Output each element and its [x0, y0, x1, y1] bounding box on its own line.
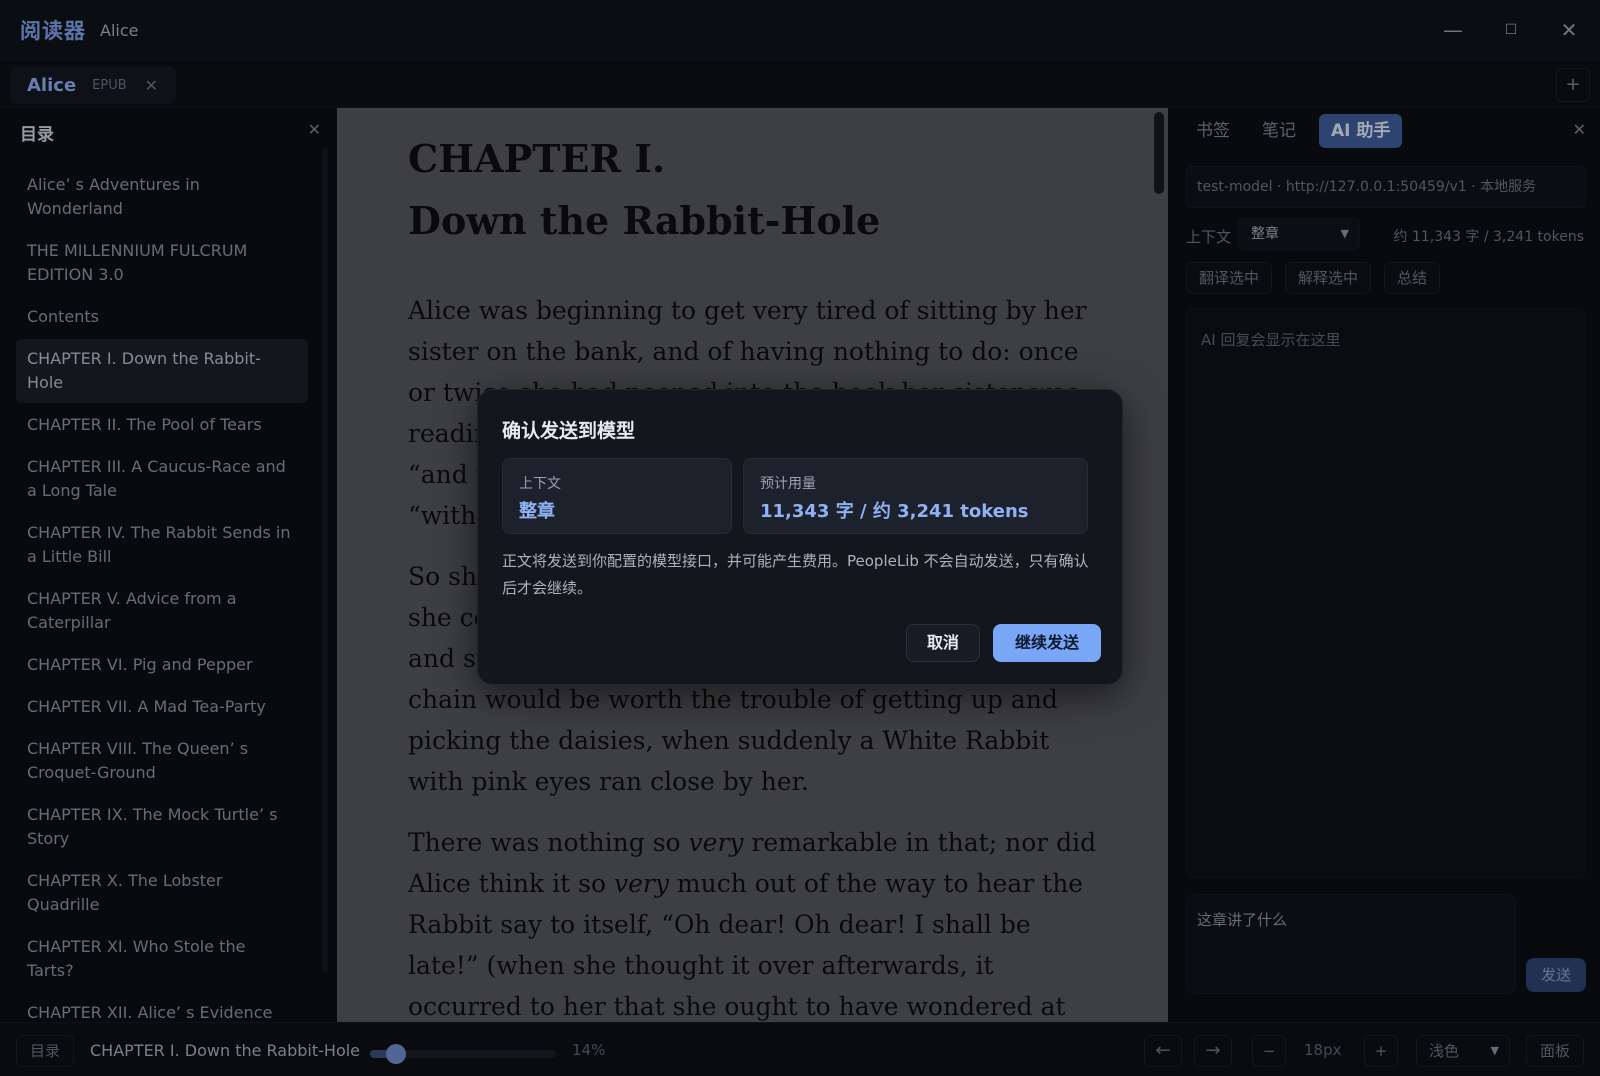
context-card-label: 上下文: [519, 476, 561, 492]
dialog-description: 正文将发送到你配置的模型接口，并可能产生费用。PeopleLib 不会自动发送，…: [502, 552, 1089, 597]
context-card-value: 整章: [519, 501, 555, 522]
confirm-send-dialog: 确认发送到模型 上下文 整章 预计用量 11,343 字 / 约 3,241 t…: [477, 389, 1123, 685]
usage-card-value: 11,343 字 / 约 3,241 tokens: [760, 501, 1029, 522]
context-card: 上下文 整章: [502, 458, 732, 534]
dialog-title: 确认发送到模型: [502, 420, 636, 442]
usage-card: 预计用量 11,343 字 / 约 3,241 tokens: [743, 458, 1088, 534]
cancel-button[interactable]: 取消: [906, 624, 980, 662]
confirm-send-button[interactable]: 继续发送: [993, 624, 1101, 662]
usage-card-label: 预计用量: [760, 476, 816, 492]
